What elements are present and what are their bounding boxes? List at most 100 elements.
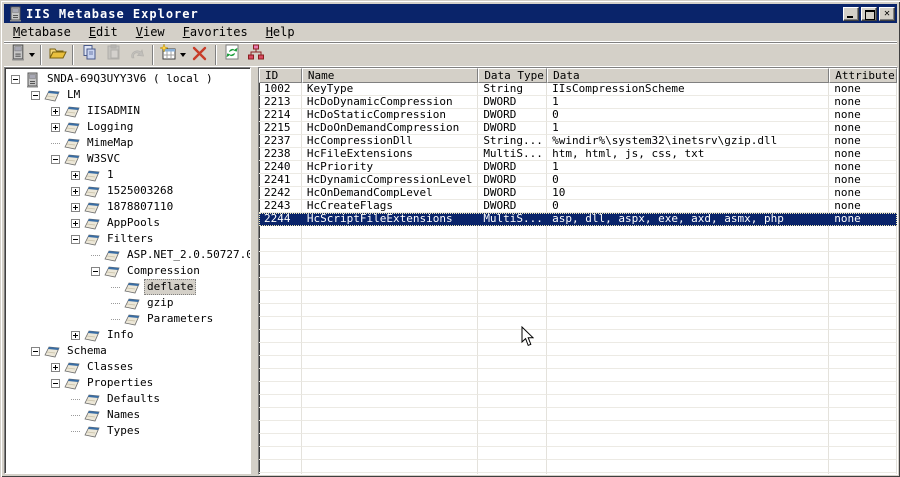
dropdown-caret-icon[interactable] [180,52,186,57]
empty-cell [829,421,897,434]
empty-cell [829,304,897,317]
empty-cell [547,317,830,330]
cell-name: HcFileExtensions [301,148,479,161]
tree-item-properties[interactable]: Properties [5,375,250,391]
cell-data-type: DWORD [478,161,548,174]
tree-view-button[interactable] [244,44,268,66]
cell-data: 10 [547,187,830,200]
property-row-2213[interactable]: 2213 HcDoDynamicCompression DWORD 1 none [259,96,897,109]
tree-item-gzip[interactable]: gzip [5,295,250,311]
expand-icon[interactable] [51,122,60,132]
empty-row [259,356,897,369]
menu-view[interactable]: View [127,24,174,41]
property-row-2242[interactable]: 2242 HcOnDemandCompLevel DWORD 10 none [259,187,897,200]
minimize-button[interactable] [843,6,859,21]
tree-item-w3svc[interactable]: W3SVC [5,151,250,167]
tree-item-1525003268[interactable]: 1525003268 [5,183,250,199]
close-button[interactable] [879,6,895,21]
tree-item-1[interactable]: 1 [5,167,250,183]
collapse-icon[interactable] [31,346,40,356]
tree-connector [111,318,120,320]
tree-item-label: gzip [147,296,174,309]
refresh-button[interactable] [220,44,244,66]
tree-item-apppools[interactable]: AppPools [5,215,250,231]
tree-item-compression[interactable]: Compression [5,263,250,279]
empty-cell [259,369,302,382]
collapse-icon[interactable] [71,234,80,244]
tree-item-logging[interactable]: Logging [5,119,250,135]
tree-item-asp-net-2-0-50727-0[interactable]: ASP.NET_2.0.50727.0 [5,247,250,263]
empty-cell [547,382,830,395]
collapse-icon[interactable] [31,90,40,100]
toolbar [4,42,897,67]
expand-icon[interactable] [71,186,80,196]
dropdown-caret-icon[interactable] [29,52,35,57]
tree-connector [91,254,100,256]
empty-cell [829,291,897,304]
delete-button[interactable] [188,44,212,66]
tree-item-mimemap[interactable]: MimeMap [5,135,250,151]
empty-cell [547,304,830,317]
tree-item-parameters[interactable]: Parameters [5,311,250,327]
cell-id: 2240 [259,161,302,174]
new-key-button[interactable] [157,43,188,66]
column-header-attributes[interactable]: Attributes [829,68,897,83]
tree-item-deflate[interactable]: deflate [5,279,250,295]
menu-favorites[interactable]: Favorites [174,24,257,41]
property-row-2238[interactable]: 2238 HcFileExtensions MultiS... htm, html, … [259,148,897,161]
property-row-2215[interactable]: 2215 HcDoOnDemandCompression DWORD 1 none [259,122,897,135]
property-row-2214[interactable]: 2214 HcDoStaticCompression DWORD 0 none [259,109,897,122]
property-row-2240[interactable]: 2240 HcPriority DWORD 1 none [259,161,897,174]
empty-cell [259,343,302,356]
tree-item-lm[interactable]: LM [5,87,250,103]
cell-data: 0 [547,200,830,213]
expand-icon[interactable] [71,202,80,212]
tree-item-types[interactable]: Types [5,423,250,439]
tree-item-defaults[interactable]: Defaults [5,391,250,407]
menu-help[interactable]: Help [257,24,304,41]
connect-server-button[interactable] [7,44,37,66]
expand-icon[interactable] [51,362,60,372]
tree-item-info[interactable]: Info [5,327,250,343]
open-button[interactable] [45,44,69,66]
empty-cell [301,447,479,460]
collapse-icon[interactable] [51,154,60,164]
tree-item-filters[interactable]: Filters [5,231,250,247]
collapse-icon[interactable] [11,74,20,84]
collapse-icon[interactable] [91,266,100,276]
property-row-1002[interactable]: 1002 KeyType String IIsCompressionScheme non… [259,83,897,96]
expand-icon[interactable] [51,106,60,116]
property-row-2237[interactable]: 2237 HcCompressionDll String... %windir%\sy… [259,135,897,148]
column-header-id[interactable]: ID [259,68,302,83]
maximize-button[interactable] [861,6,877,21]
empty-cell [547,265,830,278]
column-header-data-type[interactable]: Data Type [478,68,548,83]
cell-data: IIsCompressionScheme [547,83,830,96]
expand-icon[interactable] [71,330,80,340]
tree-item-names[interactable]: Names [5,407,250,423]
empty-row [259,395,897,408]
empty-cell [478,460,548,473]
metabase-key-icon [64,136,81,150]
property-row-2244[interactable]: 2244 HcScriptFileExtensions MultiS... asp, … [259,213,897,226]
tree-item-snda-69q3uyy3v6-local-[interactable]: SNDA-69Q3UYY3V6 ( local ) [5,71,250,88]
copy-button[interactable] [77,44,101,66]
menu-edit[interactable]: Edit [80,24,127,41]
empty-cell [478,421,548,434]
collapse-icon[interactable] [51,378,60,388]
property-row-2241[interactable]: 2241 HcDynamicCompressionLevel DWORD 0 none [259,174,897,187]
empty-cell [259,330,302,343]
column-header-name[interactable]: Name [301,68,479,83]
tree-item-iisadmin[interactable]: IISADMIN [5,103,250,119]
column-header-data[interactable]: Data [547,68,830,83]
expand-icon[interactable] [71,218,80,228]
property-row-2243[interactable]: 2243 HcCreateFlags DWORD 0 none [259,200,897,213]
tree-item-1878807110[interactable]: 1878807110 [5,199,250,215]
tree-item-classes[interactable]: Classes [5,359,250,375]
menu-metabase[interactable]: Metabase [4,24,80,41]
tree-item-schema[interactable]: Schema [5,343,250,359]
titlebar[interactable]: IIS Metabase Explorer [4,4,897,23]
metabase-key-icon [84,168,101,182]
expand-icon[interactable] [71,170,80,180]
empty-row [259,447,897,460]
